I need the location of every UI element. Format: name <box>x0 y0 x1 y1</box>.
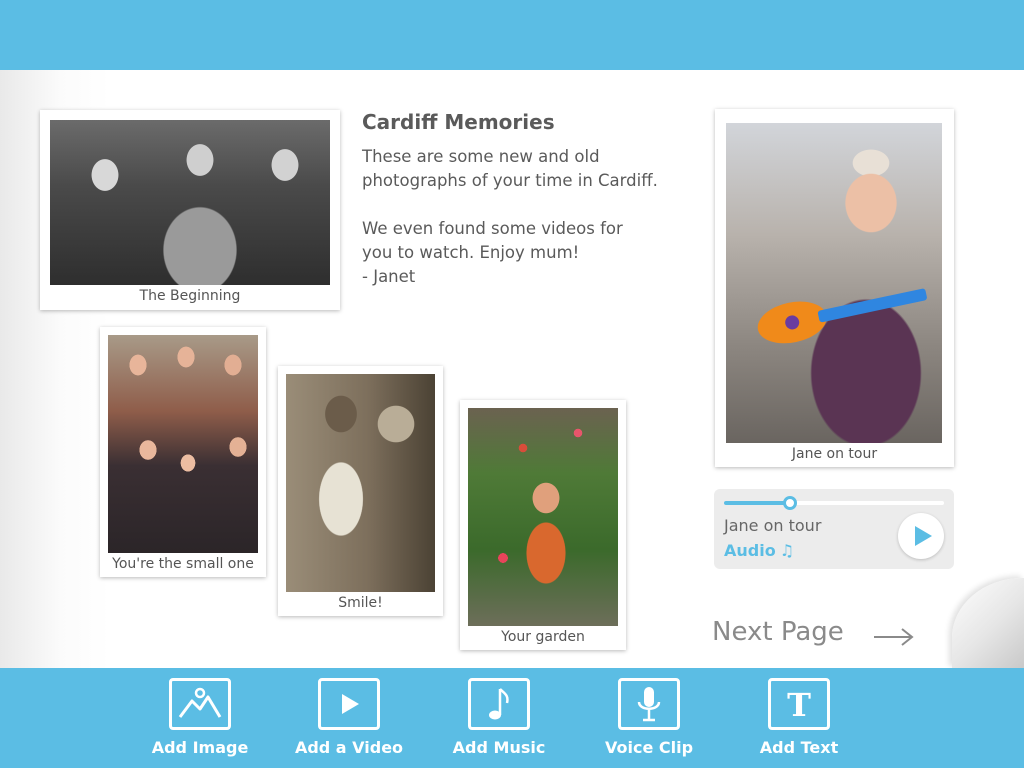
add-video-label: Add a Video <box>294 738 404 757</box>
voice-clip-label: Voice Clip <box>604 738 694 757</box>
top-bar <box>0 0 1024 70</box>
svg-text:T: T <box>787 686 811 724</box>
video-play-icon <box>342 694 359 714</box>
photo-beginning-image <box>50 120 330 285</box>
music-note-icon: ♫ <box>779 541 795 560</box>
photo-caption: Your garden <box>501 629 585 645</box>
add-text-label: Add Text <box>759 738 839 757</box>
add-music-button[interactable]: Add Music <box>429 678 569 757</box>
audio-type-label: Audio ♫ <box>724 541 794 560</box>
ukulele-graphic <box>753 273 938 350</box>
photo-jane-tour-image <box>726 123 942 443</box>
voice-clip-button[interactable]: Voice Clip <box>579 678 719 757</box>
photo-beginning[interactable]: The Beginning <box>40 110 340 310</box>
story-line: These are some new and old <box>362 147 600 166</box>
photo-caption: Smile! <box>338 595 383 611</box>
play-icon <box>915 526 932 546</box>
arrow-right-icon[interactable] <box>872 627 916 647</box>
add-text-button[interactable]: T Add Text <box>729 678 869 757</box>
story-line: - Janet <box>362 267 416 286</box>
music-note-icon <box>489 688 509 720</box>
photo-garden-image <box>468 408 618 626</box>
add-music-label: Add Music <box>452 738 546 757</box>
audio-player: Jane on tour Audio ♫ <box>714 489 954 569</box>
audio-progress-handle[interactable] <box>783 496 797 510</box>
microphone-icon <box>637 687 661 722</box>
photo-caption: You're the small one <box>112 556 254 572</box>
next-page-link[interactable]: Next Page <box>712 617 844 647</box>
add-image-label: Add Image <box>151 738 249 757</box>
play-button[interactable] <box>898 513 944 559</box>
photo-small-one[interactable]: You're the small one <box>100 327 266 577</box>
story-body: These are some new and old photographs o… <box>362 145 682 289</box>
page-curl[interactable] <box>952 578 1024 668</box>
text-icon: T <box>787 686 811 724</box>
audio-title: Jane on tour <box>724 516 822 535</box>
add-image-button[interactable]: Add Image <box>130 678 270 757</box>
audio-type-text: Audio <box>724 541 776 560</box>
add-video-button[interactable]: Add a Video <box>279 678 419 757</box>
story-line: We even found some videos for <box>362 219 623 238</box>
photo-smile[interactable]: Smile! <box>278 366 443 616</box>
photo-small-one-image <box>108 335 258 553</box>
photo-garden[interactable]: Your garden <box>460 400 626 650</box>
audio-progress-track[interactable] <box>724 496 944 510</box>
audio-progress-fill <box>724 501 790 505</box>
image-icon <box>178 687 222 718</box>
story-line: photographs of your time in Cardiff. <box>362 171 658 190</box>
story-line: you to watch. Enjoy mum! <box>362 243 580 262</box>
photo-smile-image <box>286 374 435 592</box>
photo-caption: The Beginning <box>139 288 241 304</box>
bottom-toolbar: Add Image Add a Video Add Music Voice Cl… <box>0 668 1024 768</box>
photo-jane-tour[interactable]: Jane on tour <box>715 109 954 467</box>
story-title: Cardiff Memories <box>362 110 555 134</box>
photo-caption: Jane on tour <box>791 446 878 462</box>
